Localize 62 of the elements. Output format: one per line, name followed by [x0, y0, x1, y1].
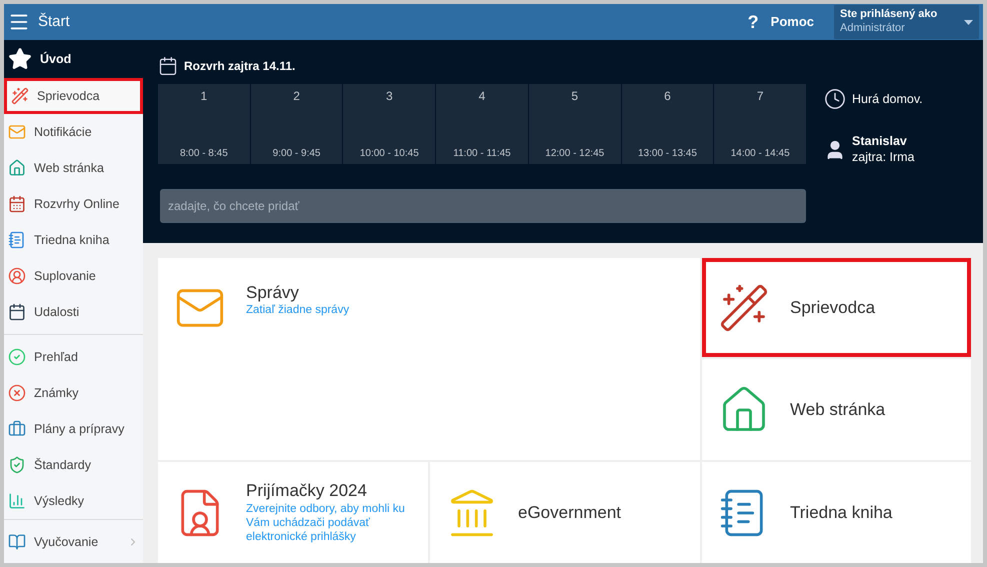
tile[interactable]: Triedna kniha	[702, 462, 971, 563]
help-link[interactable]: Pomoc	[770, 12, 814, 32]
book-icon	[8, 533, 26, 551]
briefcase-icon	[8, 420, 26, 438]
lesson-slot[interactable]: 1 8:00 - 8:45	[158, 84, 250, 164]
tile-subtitle: Zatiaľ žiadne správy	[246, 303, 350, 318]
calendar-icon	[158, 56, 178, 76]
tile[interactable]: Správy Zatiaľ žiadne správy	[158, 258, 700, 460]
tile-title: Triedna kniha	[790, 502, 892, 524]
app-title: Štart	[38, 12, 70, 32]
lesson-slot[interactable]: 4 11:00 - 11:45	[436, 84, 528, 164]
user-name: Administrátor	[840, 22, 906, 36]
sidebar-item[interactable]: Vyučovanie	[4, 524, 143, 560]
lesson-slot[interactable]: 7 14:00 - 14:45	[714, 84, 806, 164]
sidebar-item[interactable]: Prehľad	[4, 339, 143, 375]
person-icon	[8, 267, 26, 285]
caret-icon	[964, 20, 973, 24]
calendar-icon	[8, 303, 26, 321]
sidebar-item[interactable]: Udalosti	[4, 294, 143, 330]
clock-icon	[824, 88, 846, 110]
check-icon	[8, 348, 26, 366]
tile[interactable]: Sprievodca	[702, 258, 971, 357]
lesson-slot[interactable]: 5 12:00 - 12:45	[528, 84, 621, 164]
person-name: Stanislav	[852, 134, 908, 150]
tile-title: Web stránka	[790, 398, 886, 420]
calendar-grid-icon	[8, 195, 26, 213]
magic-wand-icon	[11, 87, 29, 105]
schedule-title: Rozvrh zajtra 14.11.	[184, 58, 296, 75]
add-item-field[interactable]: zadajte, čo chcete pridať	[160, 189, 806, 223]
tile-title: eGovernment	[518, 502, 621, 524]
sidebar-item[interactable]: Suplovanie	[4, 258, 143, 294]
envelope-icon	[8, 123, 26, 141]
tile-subtitle: Zverejnite odbory, aby mohli ku Vám uchádzači podávať elektronické prihlášky	[246, 502, 406, 545]
tile[interactable]: eGovernment	[430, 462, 700, 563]
sidebar-item[interactable]: Štandardy	[4, 447, 143, 483]
tile-title: Sprievodca	[790, 296, 876, 318]
user-dropdown[interactable]: Ste prihlásený ako Administrátor	[834, 5, 979, 39]
sidebar-item[interactable]: Notifikácie	[4, 114, 143, 150]
bar-chart-icon	[8, 492, 26, 510]
sidebar-item[interactable]: Triedna kniha	[4, 222, 143, 258]
help-icon[interactable]: ?	[748, 8, 759, 36]
lesson-slot[interactable]: 3 10:00 - 10:45	[343, 84, 436, 164]
house-icon	[8, 159, 26, 177]
tile[interactable]: Prijímačky 2024 Zverejnite odbory, aby mohli ku Vám uchádzači podávať elektronické prihlášky	[158, 462, 428, 563]
tile-title: Prijímačky 2024	[246, 480, 368, 502]
sidebar-item[interactable]: Úvod	[4, 40, 143, 78]
tile-title: Správy	[246, 282, 300, 304]
sidebar-item[interactable]: Rozvrhy Online	[4, 186, 143, 222]
person-note: zajtra: Irma	[852, 150, 915, 166]
status-text: Hurá domov.	[852, 90, 923, 108]
sidebar-item[interactable]: Výsledky	[4, 483, 143, 519]
shield-icon	[8, 456, 26, 474]
tile[interactable]: Web stránka	[702, 359, 971, 460]
notebook-icon	[8, 231, 26, 249]
sidebar-item[interactable]: Známky	[4, 375, 143, 411]
user-label: Ste prihlásený ako	[840, 8, 938, 22]
lesson-slot[interactable]: 6 13:00 - 13:45	[622, 84, 714, 164]
sidebar-item[interactable]: Sprievodca	[4, 78, 143, 114]
sidebar-item[interactable]: Web stránka	[4, 150, 143, 186]
sidebar-item[interactable]: Plány a prípravy	[4, 411, 143, 447]
star-icon	[8, 47, 32, 71]
lesson-slot[interactable]: 2 9:00 - 9:45	[250, 84, 342, 164]
